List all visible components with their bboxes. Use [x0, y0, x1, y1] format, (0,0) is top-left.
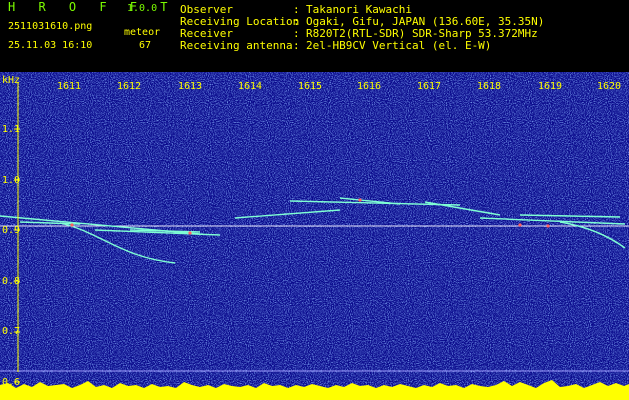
histogram-overlay	[0, 390, 629, 400]
x-tick-label: 1617	[417, 81, 442, 92]
y-tick-label: 0.6	[2, 377, 21, 388]
y-tick-label: 1.0	[2, 175, 21, 186]
antenna-colon: :	[293, 39, 300, 52]
header-panel: H R O F F T 1.0.0 2511031610.png 25.11.0…	[0, 0, 629, 72]
y-tick-label: 0.8	[2, 276, 21, 287]
x-tick-label: 1618	[477, 81, 502, 92]
meteor-count-value: 67	[139, 40, 152, 51]
y-tick-label: 0.7	[2, 326, 21, 337]
antenna-label: Receiving antenna	[180, 39, 293, 52]
x-tick-label: 1616	[357, 81, 382, 92]
x-tick-label: 1619	[538, 81, 563, 92]
y-tick-label: 1.1	[2, 124, 21, 135]
x-tick-label: 1615	[298, 81, 323, 92]
capture-datetime: 25.11.03 16:10	[8, 40, 93, 51]
x-tick-label: 1620	[597, 81, 622, 92]
x-tick-label: 1612	[117, 81, 142, 92]
x-tick-label: 1613	[178, 81, 203, 92]
y-tick-label: 0.9	[2, 225, 21, 236]
spectrogram	[0, 72, 629, 400]
meteor-count-label: meteor	[124, 27, 161, 38]
x-tick-label: 1614	[238, 81, 263, 92]
app-version: 1.0.0	[127, 3, 158, 14]
antenna-value: 2el-HB9CV Vertical (el. E-W)	[306, 39, 492, 52]
y-axis-unit: kHz	[2, 75, 21, 86]
x-tick-label: 1611	[57, 81, 82, 92]
file-name: 2511031610.png	[8, 21, 93, 32]
